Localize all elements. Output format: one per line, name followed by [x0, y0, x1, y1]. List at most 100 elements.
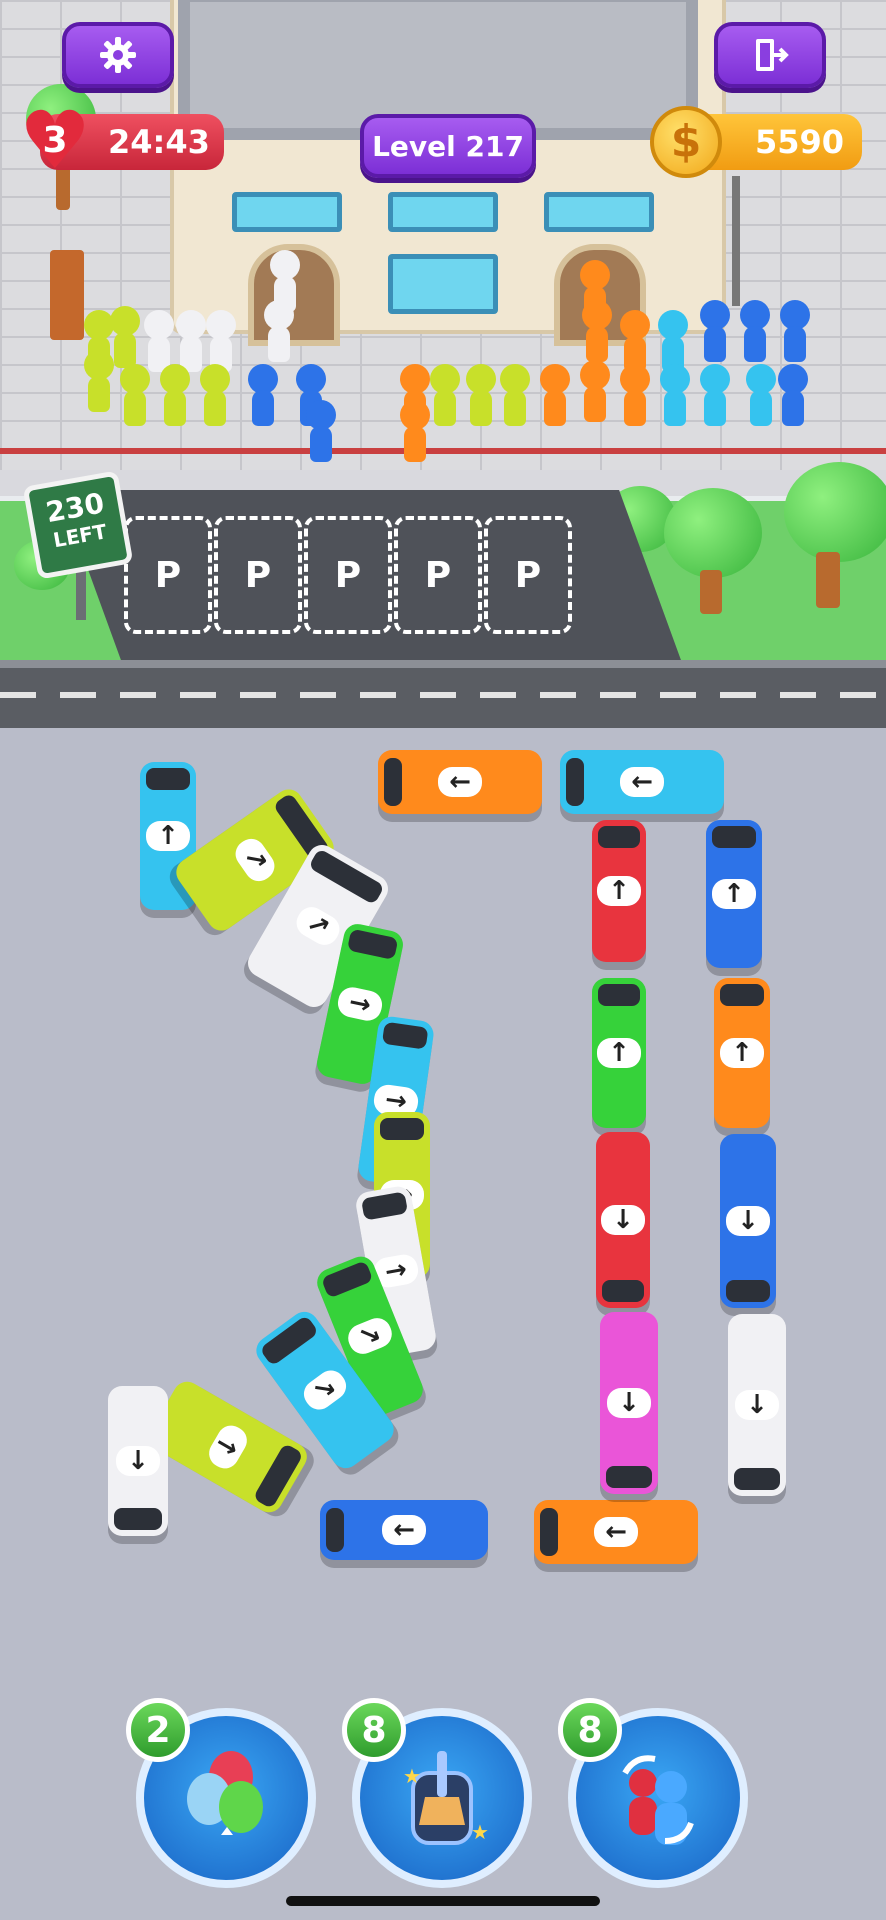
exit-door-icon	[756, 39, 789, 71]
bus-blue[interactable]: ↑	[706, 820, 762, 968]
passenger	[540, 364, 570, 426]
svg-text:★: ★	[471, 1820, 489, 1844]
passenger	[778, 364, 808, 426]
queue-ropes	[0, 448, 886, 464]
station-scene: P P P P P 230 LEFT	[0, 0, 886, 728]
bus-white[interactable]: ↓	[108, 1386, 168, 1536]
bus-windshield	[720, 984, 764, 1006]
bus-direction-arrow-icon: ←	[382, 1515, 426, 1545]
bus-green[interactable]: ↑	[592, 978, 646, 1128]
passenger-body	[404, 426, 426, 462]
home-indicator	[286, 1896, 600, 1906]
station-window	[388, 192, 498, 232]
exit-button[interactable]	[714, 22, 826, 88]
parking-slot-label: P	[154, 554, 182, 596]
bus-windshield	[346, 928, 399, 961]
life-timer: 24:43	[108, 123, 210, 161]
tree-icon	[664, 488, 762, 578]
remaining-passengers-sign: 230 LEFT	[22, 470, 134, 580]
passenger-body	[268, 326, 290, 362]
station-window	[388, 254, 498, 314]
passenger	[206, 310, 236, 372]
bus-direction-arrow-icon: ↓	[607, 1388, 651, 1418]
parking-slot-label: P	[514, 554, 542, 596]
bus-direction-arrow-icon: ↑	[597, 1038, 641, 1068]
passenger	[582, 300, 612, 362]
bus-direction-arrow-icon: ↓	[116, 1446, 160, 1476]
bus-windshield	[602, 1280, 644, 1302]
passenger	[746, 364, 776, 426]
bus-orange[interactable]: ↑	[714, 978, 770, 1128]
bus-blue[interactable]: ←	[320, 1500, 488, 1560]
bus-windshield	[384, 758, 402, 806]
parking-slot-label: P	[334, 554, 362, 596]
bus-pink[interactable]: ↓	[600, 1312, 658, 1494]
passenger-body	[544, 390, 566, 426]
parking-slot[interactable]: P	[124, 516, 212, 634]
passenger	[780, 300, 810, 362]
passenger-body	[586, 326, 608, 362]
passenger	[306, 400, 336, 462]
passenger-body	[504, 390, 526, 426]
bus-windshield	[566, 758, 584, 806]
bus-orange[interactable]: ←	[378, 750, 542, 814]
parking-slot[interactable]: P	[484, 516, 572, 634]
bus-windshield	[598, 984, 640, 1006]
bus-direction-arrow-icon: ↓	[735, 1390, 779, 1420]
gear-icon	[100, 37, 136, 73]
passenger	[620, 310, 650, 372]
passenger-body	[88, 376, 110, 412]
passenger	[700, 300, 730, 362]
bus-windshield	[381, 1021, 429, 1050]
bus-windshield	[540, 1508, 558, 1556]
bus-direction-arrow-icon: ←	[594, 1517, 638, 1547]
flower-planter	[50, 250, 84, 340]
booster-count-badge: 8	[558, 1698, 622, 1762]
passenger	[430, 364, 460, 426]
passenger-body	[274, 276, 296, 312]
bus-windshield	[712, 826, 756, 848]
bus-direction-arrow-icon: →	[335, 984, 385, 1024]
bus-windshield	[726, 1280, 770, 1302]
bus-direction-arrow-icon: ←	[438, 767, 482, 797]
bus-windshield	[114, 1508, 162, 1530]
bus-windshield	[326, 1508, 344, 1552]
bus-windshield	[606, 1466, 652, 1488]
parking-slot[interactable]: P	[394, 516, 482, 634]
bus-direction-arrow-icon: ↑	[720, 1038, 764, 1068]
bus-direction-arrow-icon: ↓	[601, 1205, 645, 1235]
bus-windshield	[734, 1468, 780, 1490]
bus-blue[interactable]: ↓	[720, 1134, 776, 1308]
bus-orange[interactable]: ←	[534, 1500, 698, 1564]
bus-white[interactable]: ↓	[728, 1314, 786, 1496]
road-lane-markings	[0, 692, 886, 698]
bus-direction-arrow-icon: ↗	[230, 833, 280, 887]
bus-red[interactable]: ↑	[592, 820, 646, 962]
bus-cyan[interactable]: ←	[560, 750, 724, 814]
parking-slot[interactable]: P	[304, 516, 392, 634]
passenger-body	[624, 390, 646, 426]
bus-red[interactable]: ↓	[596, 1132, 650, 1308]
passenger-body	[114, 332, 136, 368]
station-window	[544, 192, 654, 232]
bus-direction-arrow-icon: ↑	[146, 821, 190, 851]
tree-trunk	[816, 552, 840, 608]
passenger-body	[744, 326, 766, 362]
passenger-body	[782, 390, 804, 426]
lives-count: 3	[42, 120, 68, 161]
settings-button[interactable]	[62, 22, 174, 88]
passenger-body	[750, 390, 772, 426]
passenger	[500, 364, 530, 426]
tree-trunk	[700, 570, 722, 614]
passenger	[248, 364, 278, 426]
station-window	[232, 192, 342, 232]
passenger-body	[310, 426, 332, 462]
passenger-body	[784, 326, 806, 362]
swap-passengers-icon	[622, 1755, 694, 1845]
passenger	[580, 360, 610, 422]
parking-slot[interactable]: P	[214, 516, 302, 634]
passenger-body	[584, 386, 606, 422]
passenger-body	[470, 390, 492, 426]
passenger-body	[704, 390, 726, 426]
booster-count-badge: 8	[342, 1698, 406, 1762]
